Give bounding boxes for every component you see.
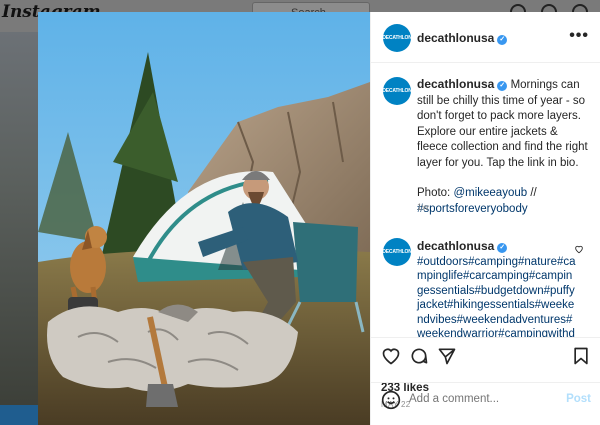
like-heart-icon[interactable] bbox=[381, 346, 401, 366]
background-feed-element bbox=[0, 405, 38, 425]
caption-timestamp[interactable]: 1w bbox=[417, 202, 429, 212]
avatar-text: DECATHLON bbox=[382, 35, 412, 41]
photo-credit-sep: // bbox=[527, 187, 537, 199]
post-comment-button[interactable]: Post bbox=[566, 393, 591, 405]
share-paper-plane-icon[interactable] bbox=[437, 346, 457, 366]
background-feed-image bbox=[0, 32, 38, 425]
caption-username[interactable]: decathlonusa ✓ bbox=[417, 77, 508, 91]
comments-section[interactable]: DECATHLON decathlonusa ✓ Mornings can sti… bbox=[371, 63, 600, 337]
comment-verified-icon: ✓ bbox=[497, 243, 508, 253]
comment-avatar[interactable]: DECATHLON bbox=[382, 238, 412, 266]
comment-avatar-text: DECATHLON bbox=[382, 249, 412, 255]
save-bookmark-icon[interactable] bbox=[571, 346, 591, 366]
caption: decathlonusa ✓ Mornings can still be chil… bbox=[417, 77, 589, 217]
camping-scene-image bbox=[38, 12, 370, 425]
emoji-smiley-icon[interactable] bbox=[381, 390, 401, 410]
username-text: decathlonusa bbox=[417, 31, 495, 45]
comment-item: decathlonusa ✓ #outdoors#camping#nature#c… bbox=[417, 239, 577, 337]
add-comment-bar: Post bbox=[371, 382, 600, 422]
caption-verified-icon: ✓ bbox=[497, 81, 508, 91]
photo-credit-link[interactable]: @mikeeayoub bbox=[453, 187, 527, 199]
comment-hashtags[interactable]: #outdoors#camping#nature#campinglife#car… bbox=[417, 256, 576, 338]
caption-hashtag-link[interactable]: #sportsforeveryobody bbox=[417, 203, 528, 215]
verified-badge-icon: ✓ bbox=[497, 35, 508, 45]
username[interactable]: decathlonusa ✓ bbox=[417, 31, 508, 45]
comment-bubble-icon[interactable] bbox=[409, 346, 429, 366]
comment-username[interactable]: decathlonusa ✓ bbox=[417, 239, 508, 253]
photo-credit-prefix: Photo: bbox=[417, 187, 454, 199]
post-detail-panel: DECATHLON decathlonusa ✓ ••• DECATHLON de… bbox=[370, 12, 600, 425]
photo-credit: Photo: @mikeeayoub // bbox=[417, 186, 589, 202]
avatar[interactable]: DECATHLON bbox=[382, 24, 412, 52]
comment-like-heart-icon[interactable] bbox=[574, 244, 584, 254]
comment-username-text: decathlonusa bbox=[417, 239, 495, 253]
caption-text: Mornings can still be chilly this time o… bbox=[417, 79, 588, 169]
caption-avatar[interactable]: DECATHLON bbox=[382, 77, 412, 105]
post-header: DECATHLON decathlonusa ✓ ••• bbox=[371, 12, 600, 63]
add-comment-input[interactable] bbox=[409, 393, 559, 405]
post-photo[interactable] bbox=[38, 12, 370, 425]
caption-username-text: decathlonusa bbox=[417, 77, 495, 91]
caption-avatar-text: DECATHLON bbox=[382, 88, 412, 94]
more-options-icon[interactable]: ••• bbox=[569, 27, 589, 45]
